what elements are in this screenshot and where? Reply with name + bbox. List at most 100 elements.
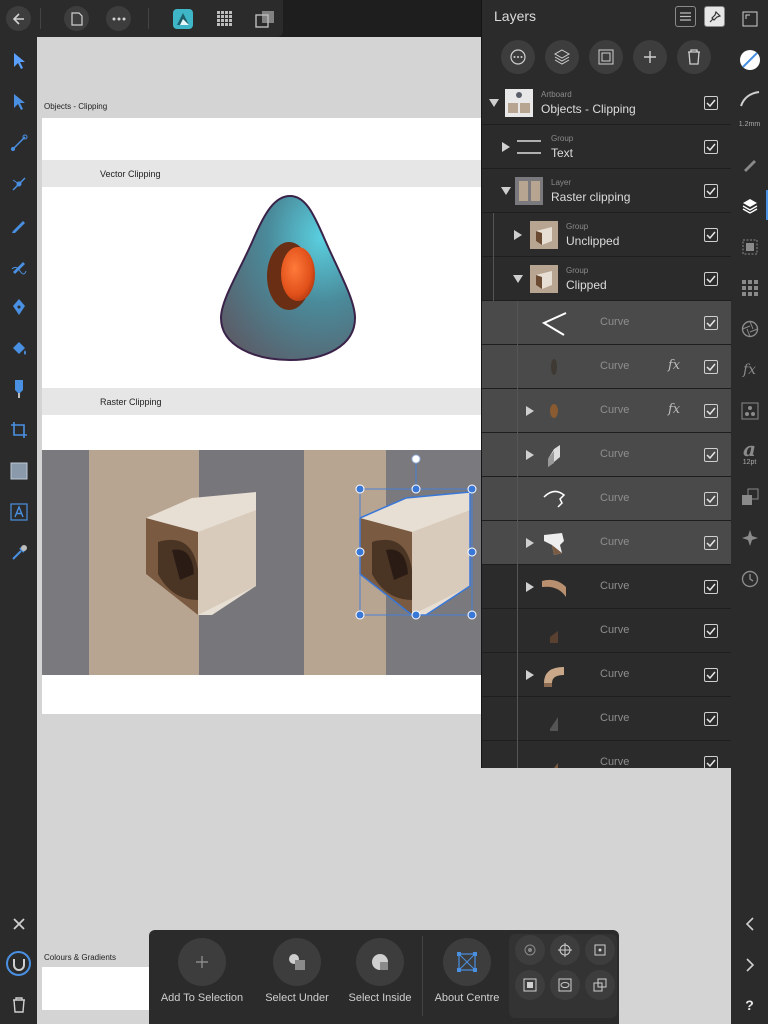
point-transform-tool[interactable] xyxy=(6,130,31,155)
select-inside-button[interactable] xyxy=(356,938,404,986)
visibility-checkbox[interactable] xyxy=(704,404,718,418)
align-option-1-button[interactable] xyxy=(515,935,545,965)
visibility-checkbox[interactable] xyxy=(704,272,718,286)
close-button[interactable] xyxy=(6,911,31,936)
handle-middle-left[interactable] xyxy=(355,547,365,557)
visibility-checkbox[interactable] xyxy=(704,140,718,154)
layer-row[interactable]: Curve xyxy=(482,433,731,477)
handle-middle-right[interactable] xyxy=(467,547,477,557)
export-persona-button[interactable] xyxy=(252,6,277,31)
align-option-4-button[interactable] xyxy=(515,970,545,1000)
layer-row[interactable]: Curve fx xyxy=(482,389,731,433)
history-button[interactable] xyxy=(737,566,762,591)
visibility-checkbox[interactable] xyxy=(704,184,718,198)
layer-row[interactable]: Layer Raster clipping xyxy=(482,169,731,213)
layer-row[interactable]: Curve xyxy=(482,653,731,697)
pin-panel-button[interactable] xyxy=(704,6,725,27)
add-layer-button[interactable] xyxy=(545,40,579,74)
shape-tool[interactable] xyxy=(6,458,31,483)
pixel-persona-button[interactable] xyxy=(212,6,237,31)
add-to-selection-button[interactable] xyxy=(178,938,226,986)
snapping-button[interactable] xyxy=(6,951,31,976)
expand-panel-button[interactable] xyxy=(737,952,762,977)
layer-row[interactable]: Curve xyxy=(482,301,731,345)
expand-toggle[interactable] xyxy=(524,405,536,417)
text-styles-button[interactable]: a xyxy=(737,436,762,461)
vector-clipping-artwork[interactable] xyxy=(215,190,365,370)
navigator-button[interactable] xyxy=(737,525,762,550)
fill-tool[interactable] xyxy=(6,335,31,360)
visibility-checkbox[interactable] xyxy=(704,668,718,682)
fx-button[interactable]: fx xyxy=(737,357,762,382)
corner-tool[interactable] xyxy=(6,171,31,196)
layers-studio-button[interactable] xyxy=(737,193,762,218)
layer-row[interactable]: Curve xyxy=(482,521,731,565)
visibility-checkbox[interactable] xyxy=(704,492,718,506)
visibility-checkbox[interactable] xyxy=(704,536,718,550)
align-option-6-button[interactable] xyxy=(585,970,615,1000)
expand-toggle[interactable] xyxy=(488,97,500,109)
visibility-checkbox[interactable] xyxy=(704,712,718,726)
layer-row[interactable]: Curve xyxy=(482,741,731,768)
layer-row[interactable]: Group Text xyxy=(482,125,731,169)
rotation-handle[interactable] xyxy=(411,454,421,464)
visibility-checkbox[interactable] xyxy=(704,756,718,768)
selection-box[interactable] xyxy=(354,452,482,622)
visibility-checkbox[interactable] xyxy=(704,580,718,594)
align-option-5-button[interactable] xyxy=(550,970,580,1000)
handle-bottom-left[interactable] xyxy=(355,610,365,620)
layer-row[interactable]: Artboard Objects - Clipping xyxy=(482,81,731,125)
expand-toggle[interactable] xyxy=(500,141,512,153)
node-tool[interactable] xyxy=(6,89,31,114)
layer-row[interactable]: Curve xyxy=(482,565,731,609)
expand-toggle[interactable] xyxy=(524,581,536,593)
add-group-button[interactable] xyxy=(633,40,667,74)
move-tool[interactable] xyxy=(6,48,31,73)
expand-toggle[interactable] xyxy=(524,537,536,549)
swatches-button[interactable] xyxy=(737,275,762,300)
align-option-3-button[interactable] xyxy=(585,935,615,965)
designer-persona-button[interactable] xyxy=(170,6,195,31)
document-menu-button[interactable] xyxy=(64,6,89,31)
select-under-button[interactable] xyxy=(273,938,321,986)
pen-tool[interactable] xyxy=(6,294,31,319)
vector-brush-tool[interactable] xyxy=(6,253,31,278)
fx-icon[interactable]: fx xyxy=(668,402,680,417)
back-button[interactable] xyxy=(6,6,31,31)
appearance-button[interactable] xyxy=(737,316,762,341)
transparency-tool[interactable] xyxy=(6,376,31,401)
visibility-checkbox[interactable] xyxy=(704,448,718,462)
pencil-tool[interactable] xyxy=(6,212,31,237)
visibility-checkbox[interactable] xyxy=(704,96,718,110)
visibility-checkbox[interactable] xyxy=(704,624,718,638)
brushes-button[interactable] xyxy=(737,151,762,176)
layer-options-button[interactable] xyxy=(501,40,535,74)
handle-top-right[interactable] xyxy=(467,484,477,494)
stroke-button[interactable] xyxy=(737,86,762,111)
visibility-checkbox[interactable] xyxy=(704,360,718,374)
fx-icon[interactable]: fx xyxy=(668,358,680,373)
color-button[interactable] xyxy=(737,47,762,72)
visibility-checkbox[interactable] xyxy=(704,316,718,330)
layer-row[interactable]: Curve xyxy=(482,697,731,741)
expand-toggle[interactable] xyxy=(524,449,536,461)
transform-button[interactable] xyxy=(737,484,762,509)
handle-top-left[interactable] xyxy=(355,484,365,494)
collapse-panel-button[interactable] xyxy=(737,911,762,936)
view-button[interactable] xyxy=(737,6,762,31)
handle-top-center[interactable] xyxy=(411,484,421,494)
more-options-button[interactable] xyxy=(106,6,131,31)
effects-button[interactable] xyxy=(737,234,762,259)
crop-tool[interactable] xyxy=(6,417,31,442)
expand-toggle[interactable] xyxy=(500,185,512,197)
delete-button[interactable] xyxy=(6,992,31,1017)
add-pixel-layer-button[interactable] xyxy=(589,40,623,74)
layer-row[interactable]: Curve xyxy=(482,477,731,521)
color-picker-tool[interactable] xyxy=(6,540,31,565)
about-centre-button[interactable] xyxy=(443,938,491,986)
layer-row[interactable]: Group Unclipped xyxy=(482,213,731,257)
align-option-2-button[interactable] xyxy=(550,935,580,965)
expand-toggle[interactable] xyxy=(512,229,524,241)
expand-toggle[interactable] xyxy=(512,273,524,285)
expand-toggle[interactable] xyxy=(524,669,536,681)
